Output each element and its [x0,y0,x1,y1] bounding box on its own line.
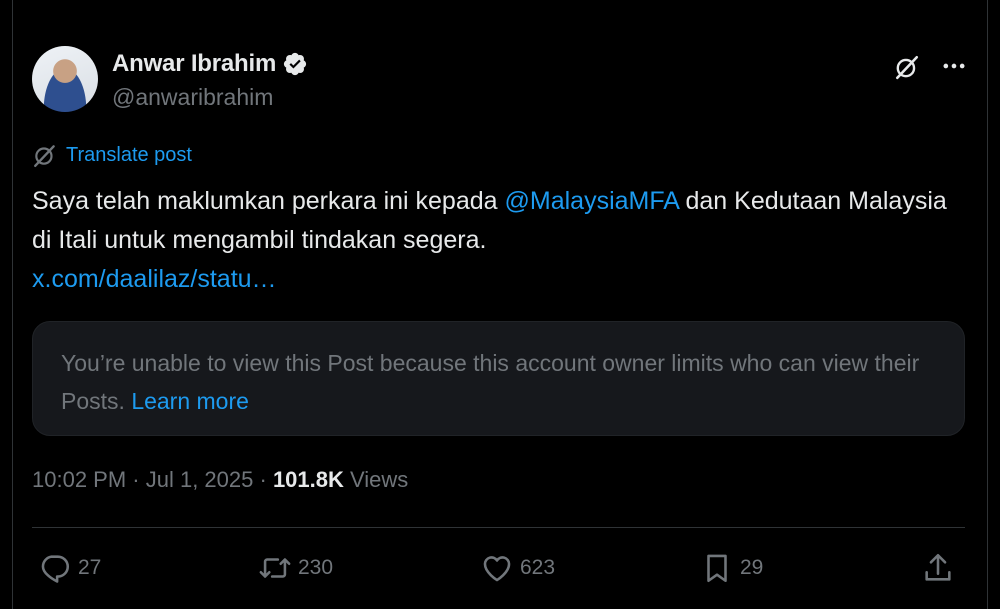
meta-separator-2: · [253,467,273,492]
frame-edge-left [12,0,13,609]
reply-button[interactable]: 27 [38,548,101,588]
reply-icon [41,555,70,583]
post-meta: 10:02 PM · Jul 1, 2025 · 101.8K Views [32,467,408,493]
post-time[interactable]: 10:02 PM [32,467,126,492]
repost-button[interactable]: 230 [258,548,333,588]
views-count: 101.8K [272,467,344,492]
unavailable-quote-card: You’re unable to view this Post because … [32,321,965,436]
author-name-row: Anwar Ibrahim [112,50,308,78]
grok-icon[interactable] [894,54,920,80]
translate-icon [34,145,55,168]
learn-more-link[interactable]: Learn more [131,388,249,414]
share-button[interactable] [921,548,955,588]
post-header: Anwar Ibrahim @anwaribrahim [32,46,968,112]
bookmark-icon [707,554,727,583]
repost-count: 230 [298,556,334,579]
post-text: Saya telah maklumkan perkara ini kepada … [32,182,960,299]
reply-count: 27 [78,556,102,579]
share-icon [925,553,951,581]
post-date[interactable]: Jul 1, 2025 [146,467,254,492]
views-label: Views [343,467,409,492]
like-button[interactable]: 623 [480,548,555,588]
post-text-part-1: Saya telah maklumkan perkara ini kepada [32,187,505,215]
translate-post-label: Translate post [66,143,192,166]
divider [32,527,965,528]
verified-badge-icon [284,52,307,76]
url-link[interactable]: x.com/daalilaz/statu… [32,265,277,293]
frame-edge-right [987,0,988,609]
translate-post-button[interactable]: Translate post [32,142,192,168]
like-count: 623 [520,556,556,579]
author-handle[interactable]: @anwaribrahim [112,84,273,111]
more-icon[interactable] [940,52,968,80]
bookmark-button[interactable]: 29 [700,548,763,588]
bookmark-count: 29 [740,556,764,579]
mention-link[interactable]: @MalaysiaMFA [505,187,679,215]
action-bar: 27 230 623 29 [32,548,965,588]
meta-separator: · [126,467,146,492]
author-name[interactable]: Anwar Ibrahim [112,50,276,78]
avatar[interactable] [32,46,98,112]
like-icon [483,556,511,582]
repost-icon [259,558,291,578]
